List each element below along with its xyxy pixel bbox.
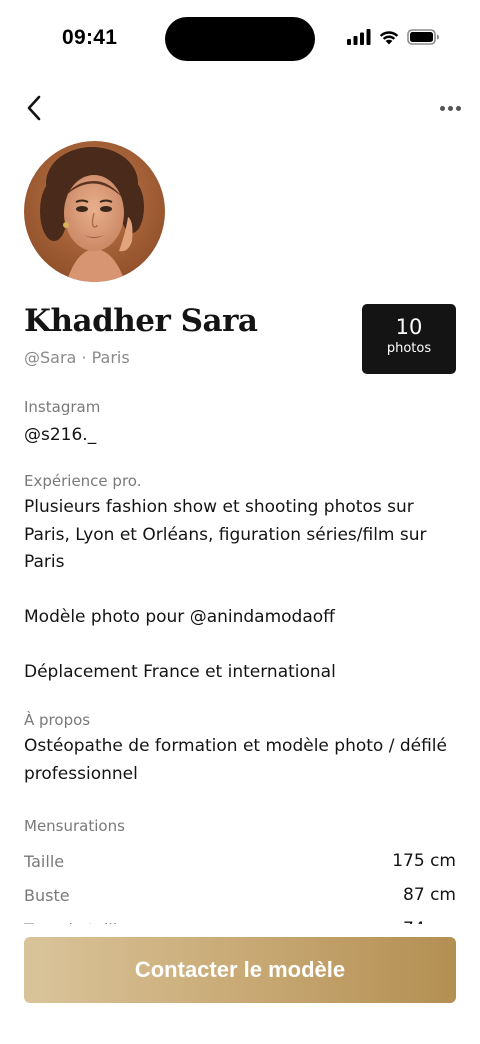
avatar-portrait-image: [24, 141, 165, 282]
photos-button[interactable]: 10 photos: [362, 304, 456, 374]
profile-name: Khadher Sara: [24, 303, 258, 339]
photos-label: photos: [386, 341, 432, 356]
measurement-value: 175 cm: [392, 851, 456, 871]
status-bar: 09:41: [0, 0, 480, 80]
instagram-label: Instagram: [24, 398, 101, 416]
more-options-button[interactable]: [436, 96, 464, 120]
measurement-label: Taille: [24, 851, 65, 871]
battery-icon: [407, 29, 439, 45]
measurement-value: 87 cm: [403, 885, 456, 905]
experience-label: Expérience pro.: [24, 472, 142, 490]
dynamic-island: [165, 17, 315, 61]
about-value: Ostéopathe de formation et modèle photo …: [24, 736, 447, 784]
chevron-left-icon: [27, 95, 41, 121]
status-icons: [347, 29, 440, 45]
measurement-label: Buste: [24, 885, 70, 905]
measurement-row-height: Taille 175 cm: [24, 849, 456, 873]
signal-icon: [347, 29, 371, 45]
about-label: À propos: [24, 711, 91, 729]
measurements-label: Mensurations: [24, 817, 125, 835]
status-time: 09:41: [62, 26, 118, 49]
more-horizontal-icon: [439, 105, 445, 111]
profile-handle: @Sara · Paris: [24, 348, 130, 367]
photos-count: 10: [395, 315, 423, 339]
wifi-icon: [379, 31, 399, 45]
experience-value: Plusieurs fashion show et shooting photo…: [24, 497, 427, 682]
contact-model-button[interactable]: Contacter le modèle: [24, 937, 456, 1003]
nav-bar: [0, 88, 480, 128]
back-button[interactable]: [20, 92, 50, 124]
instagram-value[interactable]: @s216._: [24, 422, 460, 450]
measurement-row-bust: Buste 87 cm: [24, 883, 456, 907]
avatar: [24, 141, 165, 282]
